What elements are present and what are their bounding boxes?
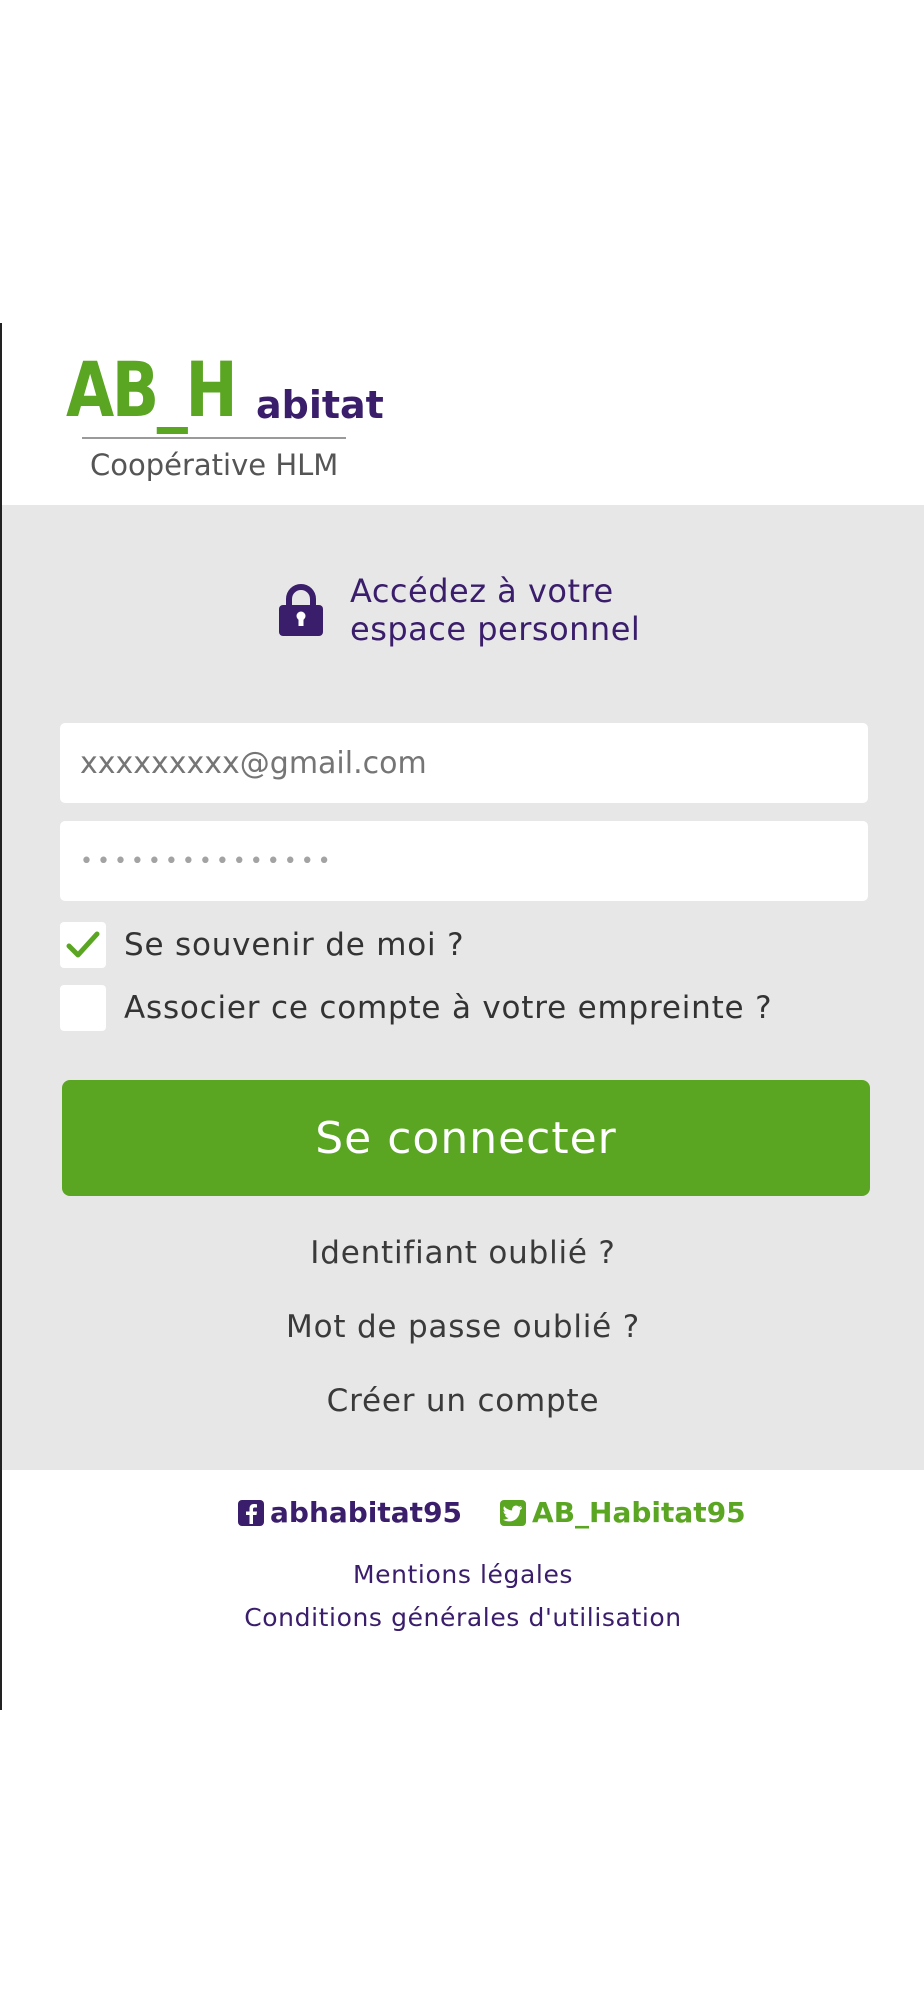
password-input[interactable]: •••••••••••••••: [60, 821, 868, 901]
logo-divider: [82, 437, 346, 439]
forgot-password-link[interactable]: Mot de passe oublié ?: [2, 1309, 924, 1345]
twitter-icon: [500, 1499, 527, 1526]
remember-me-checkbox[interactable]: [60, 922, 106, 968]
logo-suffix: abitat: [256, 383, 384, 427]
fingerprint-label: Associer ce compte à votre empreinte ?: [124, 990, 773, 1026]
logo: AB_H abitat Coopérative HLM: [66, 345, 384, 490]
lock-icon: [279, 584, 323, 636]
fingerprint-checkbox[interactable]: [60, 985, 106, 1031]
fingerprint-option[interactable]: Associer ce compte à votre empreinte ?: [60, 985, 772, 1031]
forgot-id-link[interactable]: Identifiant oublié ?: [2, 1235, 924, 1271]
create-account-link[interactable]: Créer un compte: [2, 1383, 924, 1419]
remember-me-option[interactable]: Se souvenir de moi ?: [60, 922, 464, 968]
logo-wordmark: AB_H: [66, 345, 238, 434]
secure-header: Accédez à votre espace personnel: [278, 570, 640, 650]
twitter-handle: AB_Habitat95: [532, 1496, 746, 1529]
login-button[interactable]: Se connecter: [62, 1080, 870, 1196]
twitter-link[interactable]: AB_Habitat95: [500, 1496, 746, 1529]
secure-title: Accédez à votre espace personnel: [350, 572, 640, 648]
secure-title-line2: espace personnel: [350, 610, 641, 648]
checkmark-icon: [66, 931, 100, 958]
facebook-icon: [238, 1499, 264, 1526]
email-input[interactable]: [60, 723, 868, 803]
terms-link[interactable]: Conditions générales d'utilisation: [2, 1603, 924, 1632]
password-mask: •••••••••••••••: [80, 848, 335, 874]
social-links: abhabitat95 AB_Habitat95: [238, 1496, 784, 1529]
secure-title-line1: Accédez à votre: [350, 572, 614, 610]
facebook-handle: abhabitat95: [270, 1496, 463, 1529]
legal-notice-link[interactable]: Mentions légales: [2, 1560, 924, 1589]
facebook-link[interactable]: abhabitat95: [238, 1496, 462, 1529]
logo-subtitle: Coopérative HLM: [90, 448, 339, 482]
remember-me-label: Se souvenir de moi ?: [124, 927, 465, 963]
